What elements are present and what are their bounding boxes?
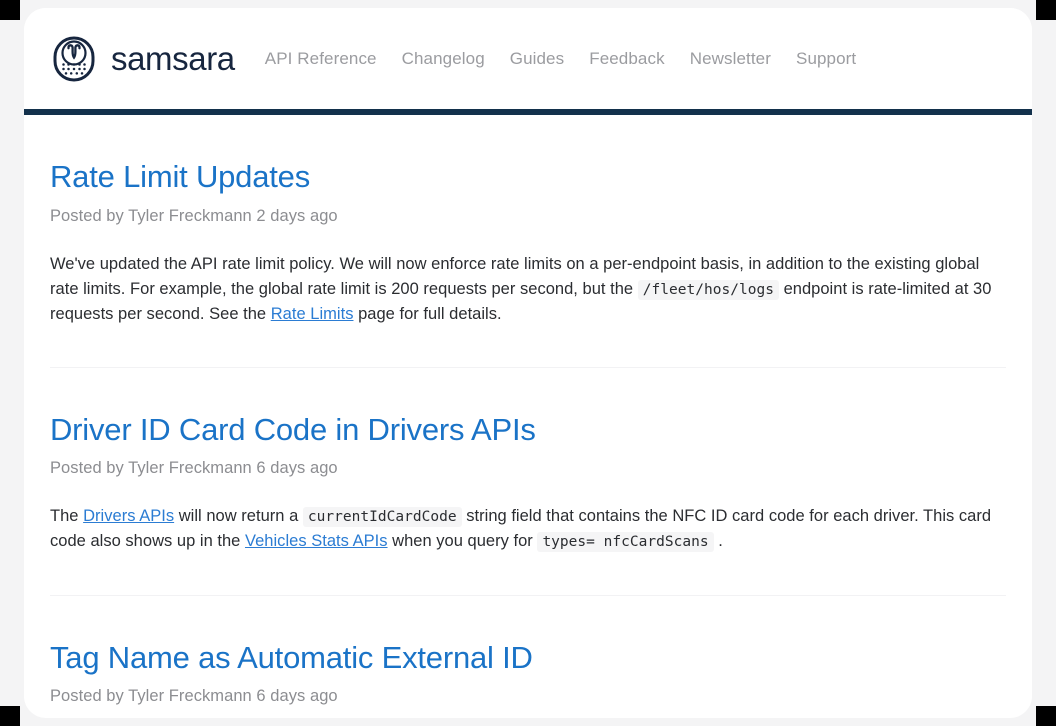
corner-artifact-bottom-left xyxy=(0,706,20,726)
post-body: We've updated the API rate limit policy.… xyxy=(50,254,992,323)
post-title-link[interactable]: Tag Name as Automatic External ID xyxy=(50,640,533,675)
body-link[interactable]: Vehicles Stats APIs xyxy=(245,532,388,550)
body-link[interactable]: Drivers APIs xyxy=(83,507,174,525)
page-card: samsara API Reference Changelog Guides F… xyxy=(24,8,1032,718)
post-title-link[interactable]: Driver ID Card Code in Drivers APIs xyxy=(50,412,536,447)
post-title: Tag Name as Automatic External ID xyxy=(50,640,1006,677)
nav-item-guides[interactable]: Guides xyxy=(510,49,564,69)
nav-item-feedback[interactable]: Feedback xyxy=(589,49,664,69)
main-navigation: API Reference Changelog Guides Feedback … xyxy=(265,49,1032,69)
inline-code: currentIdCardCode xyxy=(302,507,462,528)
corner-artifact-top-right xyxy=(1036,0,1056,20)
corner-artifact-top-left xyxy=(0,0,20,20)
nav-item-newsletter[interactable]: Newsletter xyxy=(690,49,771,69)
samsara-owl-logo-icon xyxy=(50,35,98,83)
site-header: samsara API Reference Changelog Guides F… xyxy=(24,8,1032,109)
changelog-entry: Driver ID Card Code in Drivers APIs Post… xyxy=(24,368,1032,596)
brand-wordmark: samsara xyxy=(111,40,235,77)
post-body: The Drivers APIs will now return a curre… xyxy=(50,507,992,553)
post-title: Driver ID Card Code in Drivers APIs xyxy=(50,412,1006,449)
post-meta: Posted by Tyler Freckmann 2 days ago xyxy=(50,206,338,225)
post-meta: Posted by Tyler Freckmann 6 days ago xyxy=(50,459,338,478)
corner-artifact-bottom-right xyxy=(1036,706,1056,726)
nav-item-changelog[interactable]: Changelog xyxy=(402,49,485,69)
browser-viewport: samsara API Reference Changelog Guides F… xyxy=(0,0,1056,726)
nav-item-api-reference[interactable]: API Reference xyxy=(265,49,377,69)
inline-code: /fleet/hos/logs xyxy=(637,279,779,300)
body-link[interactable]: Rate Limits xyxy=(271,305,354,323)
changelog-entry: Rate Limit Updates Posted by Tyler Freck… xyxy=(24,115,1032,368)
post-title: Rate Limit Updates xyxy=(50,159,1006,196)
brand-home-link[interactable]: samsara xyxy=(50,35,235,83)
post-title-link[interactable]: Rate Limit Updates xyxy=(50,159,310,194)
post-meta: Posted by Tyler Freckmann 6 days ago xyxy=(50,687,338,706)
nav-item-support[interactable]: Support xyxy=(796,49,856,69)
inline-code: types= nfcCardScans xyxy=(537,532,714,553)
changelog-feed: Rate Limit Updates Posted by Tyler Freck… xyxy=(24,115,1032,707)
changelog-entry: Tag Name as Automatic External ID Posted… xyxy=(24,596,1032,707)
